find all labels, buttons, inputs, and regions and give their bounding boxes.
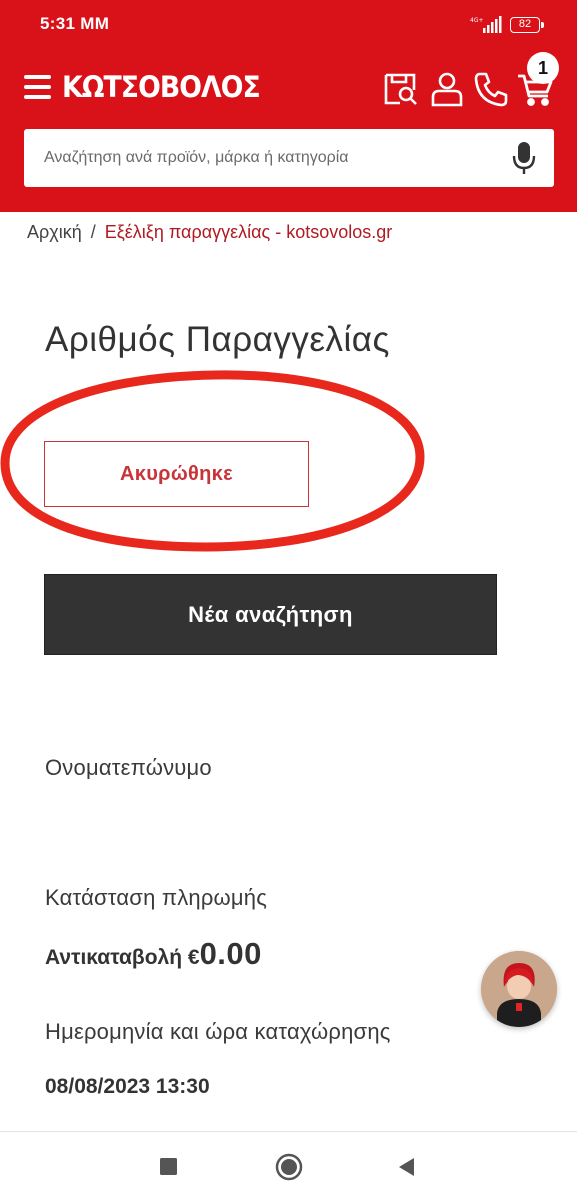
battery-level: 82 [518, 18, 532, 30]
breadcrumb-home[interactable]: Αρχική [27, 222, 82, 242]
chat-assistant-avatar[interactable] [481, 951, 557, 1027]
network-type: 4G+ [470, 17, 484, 24]
breadcrumb: Αρχική / Εξέλιξη παραγγελίας - kotsovolos.… [27, 222, 392, 243]
status-bar: 5:31 MM 4G+ 82 [0, 0, 577, 50]
phone-icon[interactable] [472, 70, 510, 108]
signal-icon: 4G+ [470, 16, 502, 33]
breadcrumb-current: Εξέλιξη παραγγελίας - kotsovolos.gr [104, 222, 393, 242]
breadcrumb-separator: / [90, 222, 96, 242]
menu-icon[interactable] [24, 75, 51, 100]
payment-status-value: Αντικαταβολή €0.00 [45, 936, 262, 972]
assistant-avatar-icon [481, 951, 557, 1027]
order-date-label: Ημερομηνία και ώρα καταχώρησης [45, 1019, 391, 1044]
search-bar [24, 129, 554, 187]
payment-method: Αντικαταβολή € [45, 946, 200, 969]
recent-apps-icon[interactable] [160, 1158, 177, 1175]
store-search-icon[interactable] [382, 70, 420, 108]
new-search-label: Νέα αναζήτηση [188, 601, 353, 627]
back-icon[interactable] [397, 1157, 415, 1177]
cart-count-badge: 1 [527, 52, 559, 84]
payment-amount: 0.00 [199, 936, 262, 971]
brand-logo[interactable]: ΚΩΤΣΟΒΟΛΟΣ [62, 70, 261, 104]
payment-status-label: Κατάσταση πληρωμής [45, 885, 268, 910]
order-status-badge: Ακυρώθηκε [44, 441, 309, 507]
battery-icon: 82 [510, 17, 544, 33]
home-icon[interactable] [275, 1153, 303, 1181]
order-status-text: Ακυρώθηκε [120, 462, 233, 485]
order-number-title: Αριθμός Παραγγελίας [45, 320, 390, 359]
microphone-icon[interactable] [512, 140, 536, 176]
order-date-value: 08/08/2023 13:30 [45, 1075, 210, 1098]
user-icon[interactable] [428, 70, 466, 108]
system-nav-bar [0, 1131, 577, 1200]
search-input[interactable] [24, 129, 484, 187]
status-time: 5:31 MM [40, 14, 110, 33]
new-search-button[interactable]: Νέα αναζήτηση [44, 574, 497, 655]
site-header: ΚΩΤΣΟΒΟΛΟΣ 1 [0, 50, 577, 212]
full-name-label: Ονοματεπώνυμο [45, 755, 212, 780]
